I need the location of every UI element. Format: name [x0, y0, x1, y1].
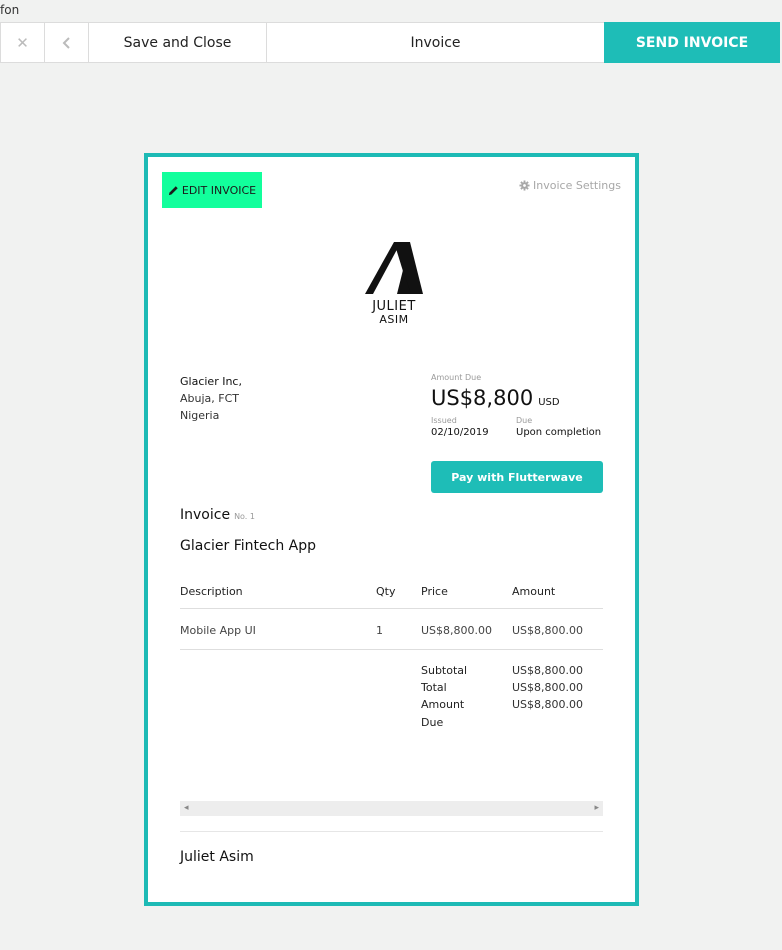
sender-name: Juliet Asim: [180, 849, 254, 865]
gear-icon: [519, 180, 530, 191]
header-description: Description: [180, 585, 243, 598]
edit-invoice-button[interactable]: EDIT INVOICE: [162, 172, 262, 208]
header-qty: Qty: [376, 585, 396, 598]
send-invoice-button[interactable]: SEND INVOICE: [604, 22, 780, 63]
edit-invoice-label: EDIT INVOICE: [181, 183, 257, 197]
corner-text: fon: [0, 3, 20, 17]
logo-subname: ASIM: [379, 313, 409, 326]
line-items-header: Description Qty Price Amount: [180, 579, 603, 609]
client-address: Glacier Inc, Abuja, FCT Nigeria: [180, 373, 242, 424]
table-row: Mobile App UI 1 US$8,800.00 US$8,800.00: [180, 609, 603, 650]
invoice-settings-link[interactable]: Invoice Settings: [519, 179, 621, 192]
company-logo: JULIET ASIM: [344, 240, 444, 326]
close-button[interactable]: ✕: [0, 22, 45, 63]
due-value: Upon completion: [516, 427, 602, 438]
horizontal-scrollbar[interactable]: ◂ ▸: [180, 801, 603, 816]
invoice-settings-label: Invoice Settings: [533, 179, 621, 192]
row-price: US$8,800.00: [421, 624, 493, 637]
issued-label: Issued: [431, 416, 457, 425]
invoice-tab[interactable]: Invoice: [266, 22, 605, 63]
due-label: Due: [516, 416, 533, 425]
amount-due-total-label: Amount: [421, 698, 465, 711]
row-qty: 1: [376, 624, 383, 637]
scroll-left-icon[interactable]: ◂: [184, 803, 189, 813]
row-description: Mobile App UI: [180, 624, 256, 637]
chevron-left-icon: [62, 36, 70, 49]
invoice-heading: Invoice No. 1: [180, 507, 255, 523]
client-name: Glacier Inc,: [180, 375, 242, 388]
issued-date: 02/10/2019: [431, 427, 489, 438]
subtotal-label: Subtotal: [421, 664, 468, 677]
pay-with-flutterwave-button[interactable]: Pay with Flutterwave: [431, 461, 603, 493]
header-amount: Amount: [512, 585, 556, 598]
invoice-number: No. 1: [234, 512, 255, 521]
client-city: Abuja, FCT: [180, 392, 239, 405]
logo-name: JULIET: [372, 299, 416, 314]
total-value: US$8,800.00: [512, 681, 584, 694]
amount-due-total-value: US$8,800.00: [512, 698, 584, 711]
amount-due-total-label-2: Due: [421, 716, 444, 729]
total-label: Total: [421, 681, 447, 694]
client-country: Nigeria: [180, 409, 220, 422]
invoice-card: EDIT INVOICE Invoice Settings JULIET ASI…: [144, 153, 639, 906]
divider: [180, 831, 603, 832]
pencil-icon: [168, 185, 178, 195]
project-title: Glacier Fintech App: [180, 538, 316, 554]
amount-due-value: US$8,800: [431, 386, 534, 410]
amount-currency: USD: [538, 397, 560, 408]
save-and-close-button[interactable]: Save and Close: [88, 22, 267, 63]
invoice-word: Invoice: [180, 507, 231, 523]
scroll-right-icon[interactable]: ▸: [594, 803, 599, 813]
amount-due-label: Amount Due: [431, 373, 482, 382]
top-toolbar: ✕ Save and Close Invoice SEND INVOICE: [0, 22, 782, 63]
back-button[interactable]: [44, 22, 89, 63]
logo-mark: [365, 242, 423, 294]
row-amount: US$8,800.00: [512, 624, 584, 637]
x-icon: ✕: [16, 33, 29, 52]
subtotal-value: US$8,800.00: [512, 664, 584, 677]
amount-due-block: Amount Due US$8,800 USD Issued 02/10/201…: [431, 373, 606, 438]
header-price: Price: [421, 585, 448, 598]
